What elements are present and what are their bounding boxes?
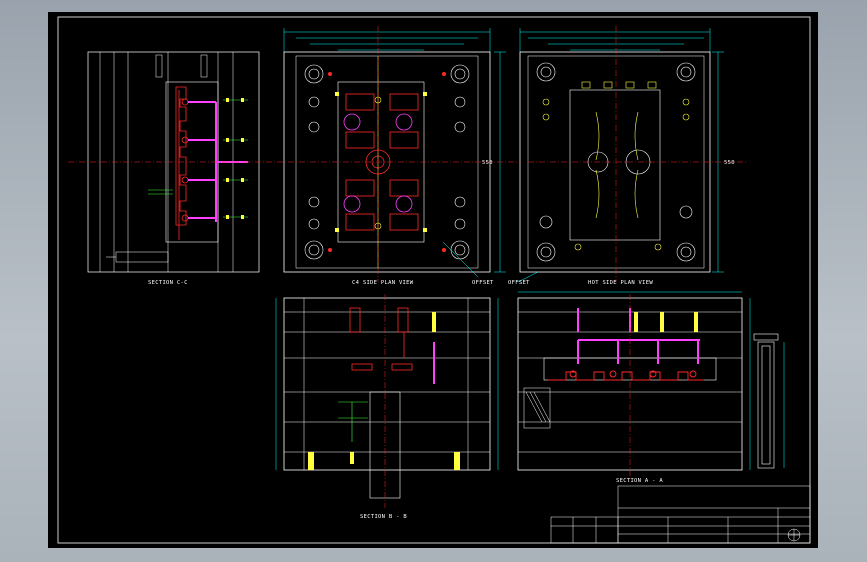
part-profile-b bbox=[349, 307, 413, 371]
bolts-c bbox=[226, 98, 244, 219]
cold-plan-label: C4 SIDE PLAN VIEW bbox=[352, 280, 414, 286]
hardware-a bbox=[634, 312, 698, 332]
section-b-label: SECTION B - B bbox=[360, 514, 407, 520]
title-block bbox=[550, 485, 811, 544]
hot-plan-label: HOT SIDE PLAN VIEW bbox=[588, 280, 653, 286]
section-a-view: SECTION A - A bbox=[517, 291, 751, 484]
cad-drawing: SECTION C-C 550 C4 SIDE PLAN VIEW OFFSET… bbox=[57, 16, 811, 544]
side-detail-view bbox=[753, 333, 785, 469]
offset-label-left: OFFSET bbox=[472, 280, 494, 286]
section-c-view: SECTION C-C bbox=[87, 51, 260, 286]
cold-plan-view: 550 C4 SIDE PLAN VIEW OFFSET bbox=[68, 26, 518, 286]
part-profile-c bbox=[175, 86, 189, 240]
section-a-label: SECTION A - A bbox=[616, 478, 663, 484]
offset-label-right: OFFSET bbox=[508, 280, 530, 286]
runner-a bbox=[577, 308, 700, 364]
plan-dim-right: 550 bbox=[724, 160, 735, 166]
dims-b bbox=[275, 298, 499, 470]
part-profile-a bbox=[548, 370, 704, 381]
section-b-view: SECTION B - B bbox=[275, 294, 499, 520]
hot-plan-view: 550 HOT SIDE PLAN VIEW OFFSET bbox=[508, 26, 748, 286]
plan-dim-left: 550 bbox=[482, 160, 493, 166]
hardware-b bbox=[308, 312, 460, 470]
drawing-sheet: SECTION C-C 550 C4 SIDE PLAN VIEW OFFSET… bbox=[48, 12, 818, 548]
section-c-label: SECTION C-C bbox=[148, 280, 188, 286]
